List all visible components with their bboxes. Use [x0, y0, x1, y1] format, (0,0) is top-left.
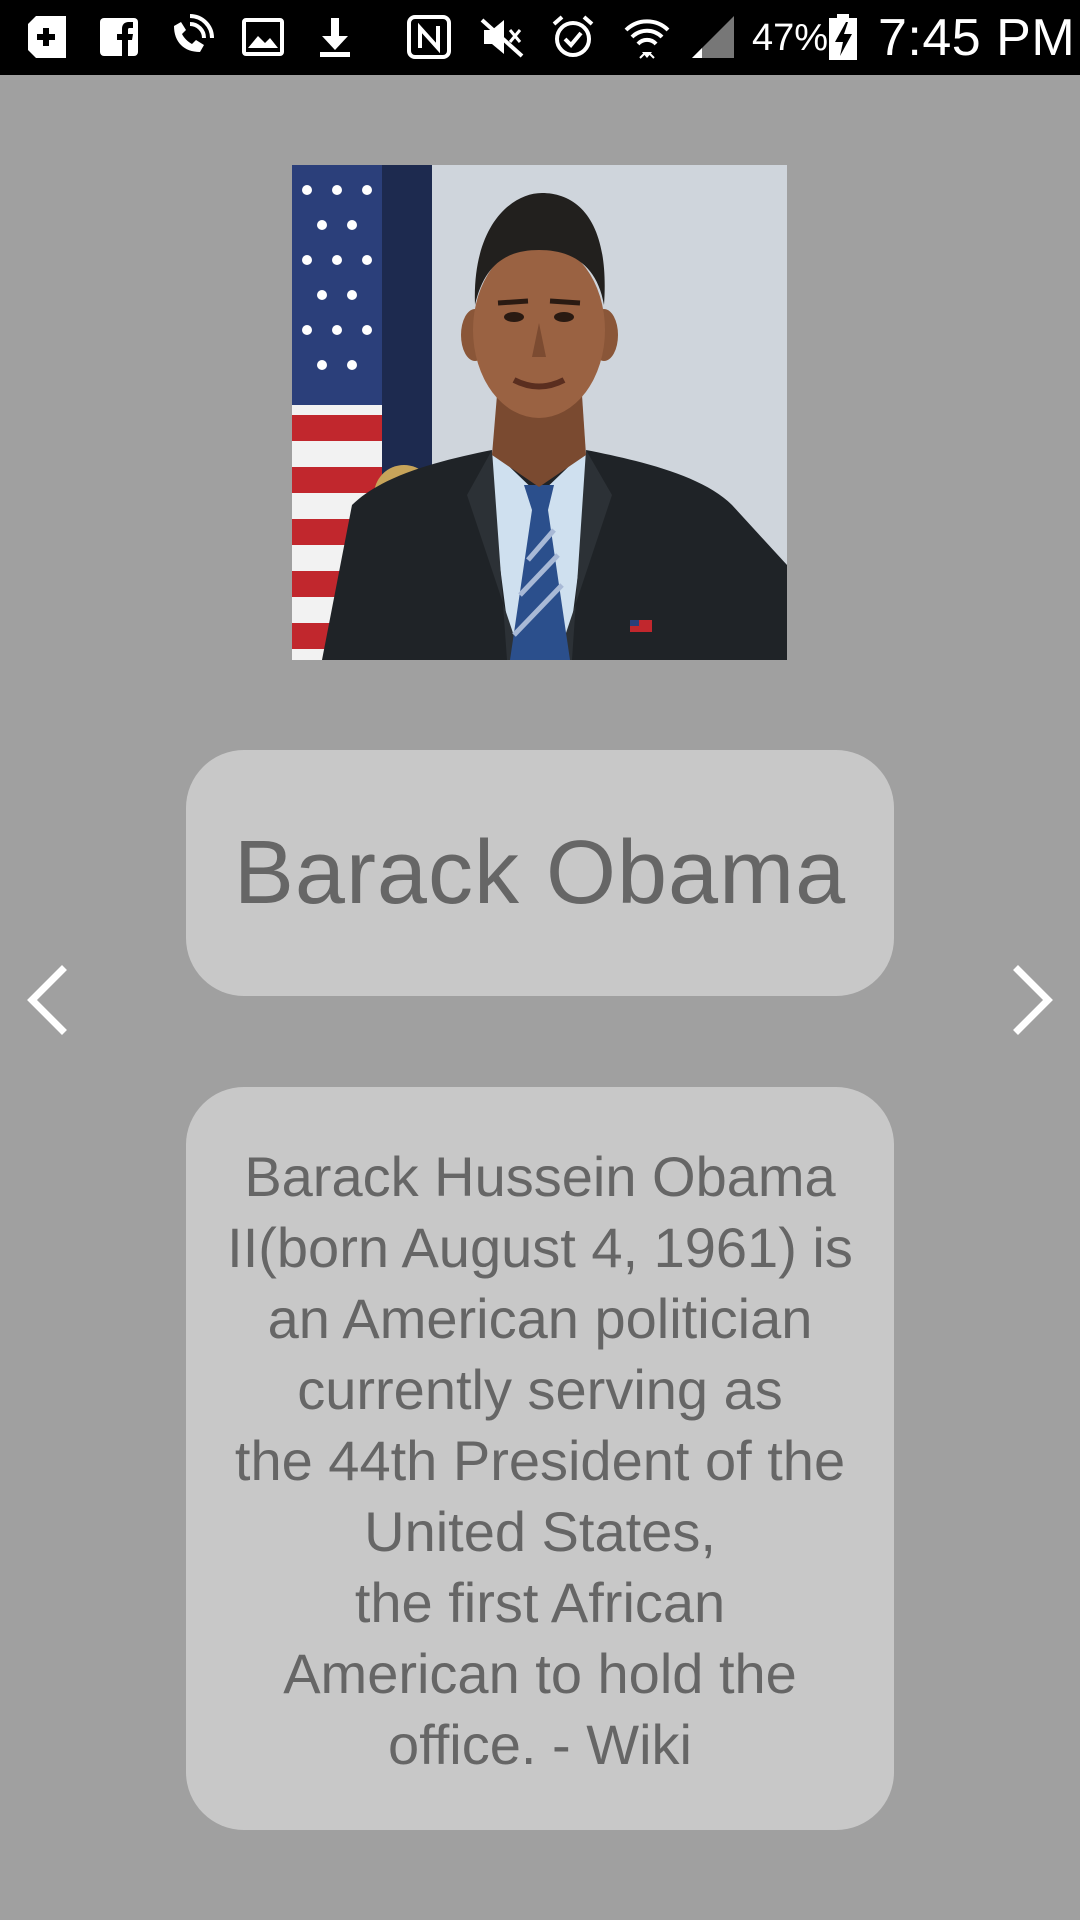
bio-line: office. - Wiki	[388, 1713, 692, 1776]
wifi-icon	[622, 12, 672, 62]
bio-line: Barack Hussein Obama	[244, 1145, 836, 1208]
bio-line: currently serving as	[297, 1358, 783, 1421]
clock: 7:45 PM	[878, 9, 1076, 67]
wifi-call-icon	[164, 12, 214, 62]
chevron-right-icon[interactable]	[1002, 962, 1062, 1038]
bio-line: an American politician	[267, 1287, 813, 1350]
status-bar: 47% 7:45 PM	[0, 0, 1080, 75]
bio-line: the 44th President of the	[234, 1429, 846, 1492]
person-name: Barack Obama	[233, 823, 847, 923]
download-icon	[310, 12, 360, 62]
bio-line: the first African	[354, 1571, 726, 1634]
facebook-icon	[94, 12, 144, 62]
nfc-icon	[404, 12, 454, 62]
signal-icon	[688, 12, 738, 62]
bio-card: Barack Hussein Obama II(born August 4, 1…	[186, 1087, 894, 1830]
portrait-photo	[292, 165, 787, 660]
battery-percent: 47%	[752, 17, 829, 59]
bio-line: American to hold the	[283, 1642, 797, 1705]
alarm-icon	[548, 12, 598, 62]
add-box-icon	[22, 12, 72, 62]
battery-charging-icon	[826, 12, 860, 62]
chevron-left-icon[interactable]	[18, 962, 78, 1038]
name-card: Barack Obama	[186, 750, 894, 996]
mute-icon	[476, 12, 526, 62]
bio-line: II(born August 4, 1961) is	[227, 1216, 853, 1279]
image-icon	[238, 12, 288, 62]
bio-line: United States,	[364, 1500, 716, 1563]
